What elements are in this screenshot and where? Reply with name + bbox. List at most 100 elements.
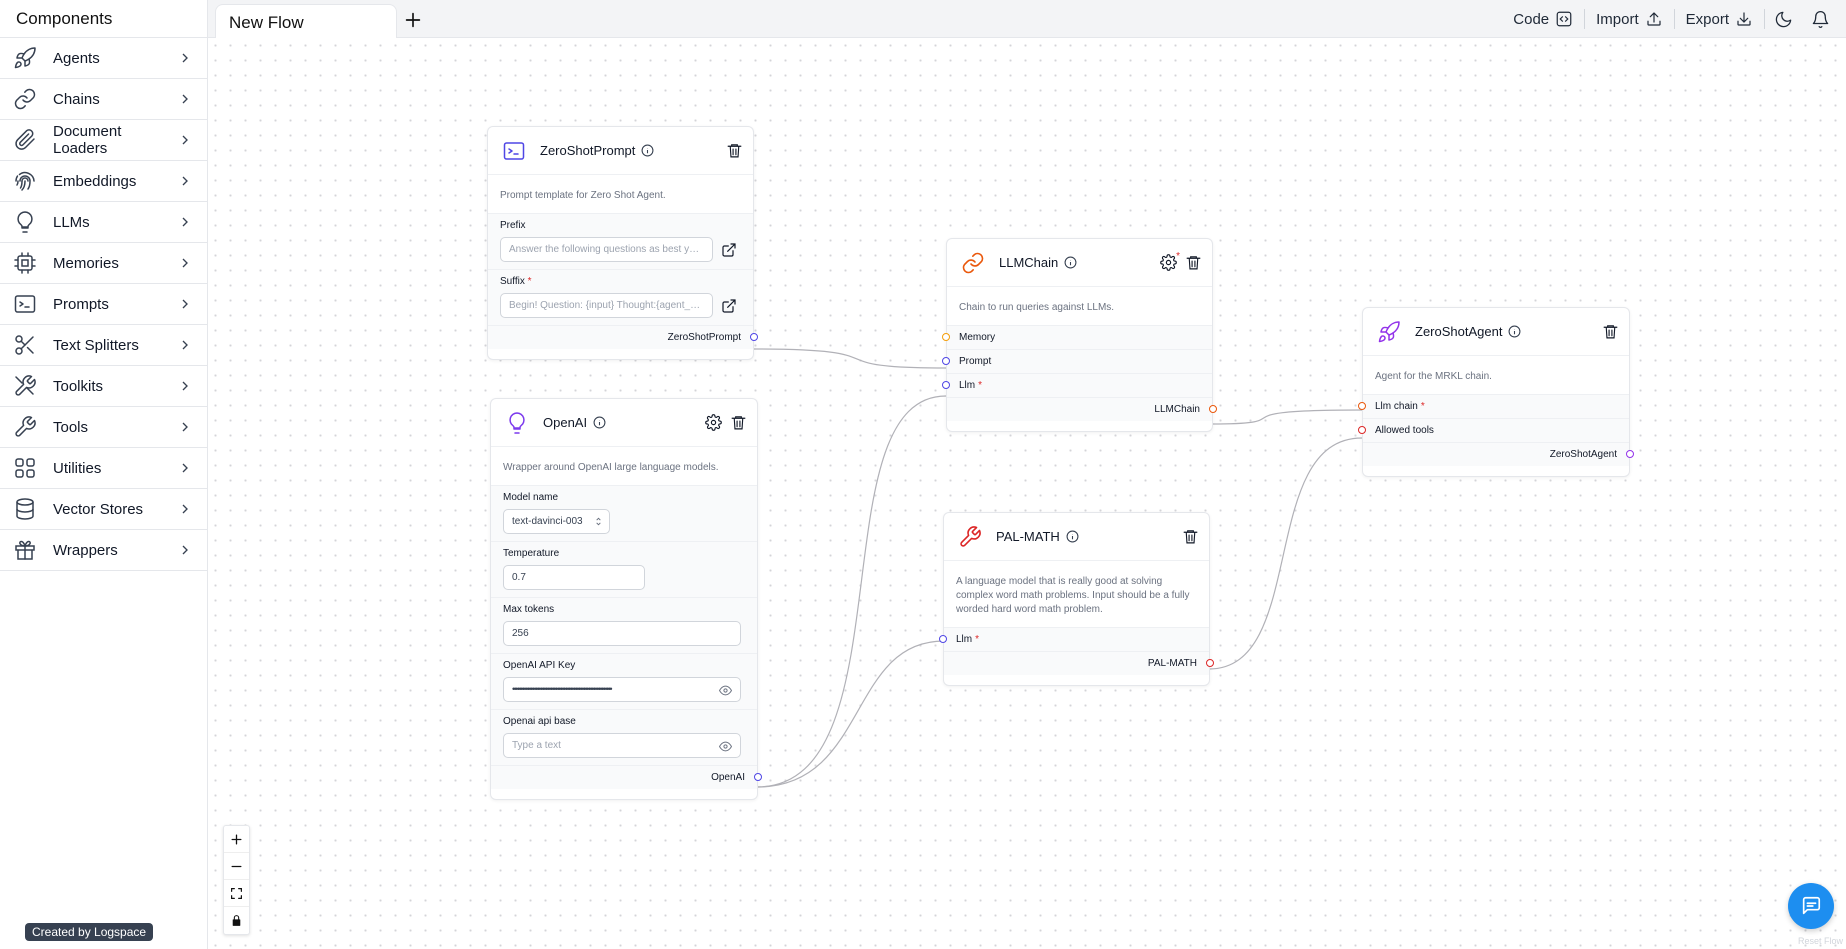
info-icon[interactable] <box>1064 256 1077 269</box>
sidebar-item-label: Document Loaders <box>53 123 122 157</box>
eye-icon[interactable] <box>719 684 732 697</box>
input-handle[interactable] <box>942 333 950 341</box>
sidebar-item-label: Prompts <box>53 295 109 313</box>
input-label: Allowed tools <box>1375 425 1434 436</box>
model-name-select[interactable]: text-davinci-003 <box>503 509 610 534</box>
code-button[interactable]: Code <box>1502 9 1584 29</box>
suffix-field: Suffix * Begin! Question: {input} Though… <box>488 269 753 325</box>
settings-button[interactable]: * <box>1152 251 1180 271</box>
output-label: PAL-MATH <box>1147 658 1197 669</box>
trash-icon[interactable] <box>730 414 747 431</box>
sidebar-item-label: Memories <box>53 254 119 272</box>
plus-icon[interactable] <box>402 9 424 31</box>
external-link-icon[interactable] <box>721 298 737 314</box>
flow-tab[interactable]: New Flow <box>215 4 397 38</box>
wrench-icon <box>15 416 36 437</box>
output-handle[interactable] <box>1626 450 1634 458</box>
sidebar-item-prompts[interactable]: Prompts <box>0 284 207 325</box>
divider <box>1764 9 1765 29</box>
sidebar-item-chains[interactable]: Chains <box>0 79 207 120</box>
trash-icon[interactable] <box>1182 528 1199 545</box>
import-button[interactable]: Import <box>1585 9 1674 29</box>
input-handle[interactable] <box>939 635 947 643</box>
chevron-right-icon <box>182 258 188 268</box>
lock-button[interactable] <box>224 907 249 934</box>
input-port-llm: Llm * <box>942 373 1212 397</box>
chevron-right-icon <box>182 545 188 555</box>
node-title: ZeroShotPrompt <box>540 143 636 158</box>
input-port-prompt: Prompt <box>942 349 1212 373</box>
output-handle[interactable] <box>1209 405 1217 413</box>
moon-icon[interactable] <box>1774 10 1793 29</box>
sidebar-item-llms[interactable]: LLMs <box>0 202 207 243</box>
export-button[interactable]: Export <box>1675 9 1764 29</box>
prefix-input[interactable]: Answer the following questions as best y… <box>500 237 713 262</box>
edge-llmchain-zeroshotagent[interactable] <box>1211 409 1363 425</box>
edge-zeroshotprompt-llmchain[interactable] <box>752 348 947 369</box>
node-pal-math[interactable]: PAL-MATH A language model that is really… <box>939 512 1214 686</box>
chat-button[interactable] <box>1788 883 1834 929</box>
credit-badge[interactable]: Created by Logspace <box>25 923 154 941</box>
output-handle[interactable] <box>750 333 758 341</box>
sidebar-item-label: Toolkits <box>53 377 104 395</box>
required-dot: * <box>1176 251 1180 262</box>
gear-icon[interactable] <box>705 414 722 431</box>
trash-icon[interactable] <box>1602 323 1619 340</box>
max-tokens-field: Max tokens 256 <box>491 597 757 653</box>
bell-icon[interactable] <box>1811 10 1830 29</box>
api-base-input[interactable]: Type a text <box>503 733 741 758</box>
chevron-right-icon <box>182 135 188 145</box>
sidebar-item-memories[interactable]: Memories <box>0 243 207 284</box>
temperature-input[interactable]: 0.7 <box>503 565 645 590</box>
import-label: Import <box>1596 10 1639 28</box>
fit-view-button[interactable] <box>224 880 249 907</box>
output-handle[interactable] <box>1206 659 1214 667</box>
sidebar-item-tools[interactable]: Tools <box>0 407 207 448</box>
components-sidebar: Components Agents Chains Document Loader… <box>0 0 208 949</box>
input-handle[interactable] <box>1358 402 1366 410</box>
lock-icon <box>232 915 241 926</box>
sidebar-item-embeddings[interactable]: Embeddings <box>0 161 207 202</box>
edge-openai-palmath[interactable] <box>756 640 945 788</box>
wrench-screwdriver-icon <box>15 375 36 396</box>
edge-openai-llmchain[interactable] <box>756 395 947 788</box>
max-tokens-input[interactable]: 256 <box>503 621 741 646</box>
input-port-memory: Memory <box>942 325 1212 349</box>
input-handle[interactable] <box>942 357 950 365</box>
suffix-input[interactable]: Begin! Question: {input} Thought:{agent_… <box>500 293 713 318</box>
output-handle[interactable] <box>754 773 762 781</box>
external-link-icon[interactable] <box>721 242 737 258</box>
sidebar-item-agents[interactable]: Agents <box>0 38 207 79</box>
sidebar-item-wrappers[interactable]: Wrappers <box>0 530 207 571</box>
fullscreen-icon <box>231 887 242 899</box>
zoom-controls <box>223 825 250 935</box>
flow-canvas[interactable]: ZeroShotPrompt Prompt template for Zero … <box>208 38 1846 949</box>
node-zeroshotprompt[interactable]: ZeroShotPrompt Prompt template for Zero … <box>487 126 758 360</box>
info-icon[interactable] <box>593 416 606 429</box>
api-key-input[interactable]: ••••••••••••••••••••••••••••••••••••••••… <box>503 677 741 702</box>
info-icon[interactable] <box>1066 530 1079 543</box>
sidebar-item-toolkits[interactable]: Toolkits <box>0 366 207 407</box>
sidebar-item-vector-stores[interactable]: Vector Stores <box>0 489 207 530</box>
info-icon[interactable] <box>1508 325 1521 338</box>
sidebar-item-text-splitters[interactable]: Text Splitters <box>0 325 207 366</box>
node-header: ZeroShotPrompt <box>488 127 753 175</box>
rocket-icon <box>14 47 36 69</box>
sidebar-item-utilities[interactable]: Utilities <box>0 448 207 489</box>
trash-icon[interactable] <box>1185 254 1202 271</box>
input-handle[interactable] <box>942 381 950 389</box>
edge-palmath-zeroshotagent[interactable] <box>1208 437 1363 670</box>
info-icon[interactable] <box>641 144 654 157</box>
node-openai[interactable]: OpenAI Wrapper around OpenAI large langu… <box>490 398 762 800</box>
input-handle[interactable] <box>1358 426 1366 434</box>
node-zeroshotagent[interactable]: ZeroShotAgent Agent for the MRKL chain. … <box>1358 307 1634 477</box>
zoom-out-button[interactable] <box>224 853 249 880</box>
trash-icon[interactable] <box>726 142 743 159</box>
sidebar-item-document-loaders[interactable]: Document Loaders <box>0 120 207 161</box>
api-key-field: OpenAI API Key •••••••••••••••••••••••••… <box>491 653 757 709</box>
node-llmchain[interactable]: LLMChain * Chain to run queries against … <box>942 238 1217 432</box>
zoom-in-button[interactable] <box>224 826 249 853</box>
chevron-right-icon <box>182 53 188 63</box>
eye-icon[interactable] <box>719 740 732 753</box>
sidebar-item-label: Chains <box>53 90 100 108</box>
